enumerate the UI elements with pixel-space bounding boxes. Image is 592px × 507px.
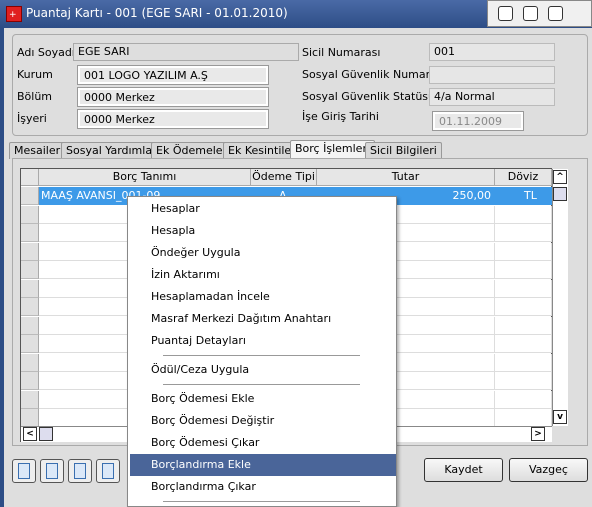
tab-borc-islemleri[interactable]: Borç İşlemleri <box>290 140 376 159</box>
cell-doviz: TL <box>524 189 537 202</box>
toolbar-calculate-icon[interactable] <box>40 459 64 483</box>
menu-item[interactable]: Borçlandırma Ekle <box>130 454 396 476</box>
row-header[interactable] <box>21 242 39 261</box>
row-header[interactable] <box>21 224 39 242</box>
menu-item[interactable]: Puantaj Detayları <box>130 330 396 352</box>
scroll-up-icon[interactable]: ^ <box>553 170 567 184</box>
label-adi-soyadi: Adı Soyadı <box>17 46 75 59</box>
ise-giris-tarihi-field[interactable]: 01.11.2009 <box>432 111 524 131</box>
menu-separator <box>163 384 360 385</box>
grid-cell[interactable] <box>495 205 552 224</box>
row-header[interactable] <box>21 372 39 390</box>
col-doviz[interactable]: Döviz <box>495 169 552 186</box>
grid-cell[interactable] <box>495 279 552 298</box>
tab-sicil-bilgileri[interactable]: Sicil Bilgileri <box>365 142 442 159</box>
context-menu: Hesaplar Hesapla Öndeğer Uygula İzin Aktarı… <box>127 196 397 507</box>
menu-item[interactable]: Borçlandırma Çıkar <box>130 476 396 498</box>
label-sgk-numarasi: Sosyal Güvenlik Numarası <box>302 68 446 81</box>
cancel-button[interactable]: Vazgeç <box>509 458 588 482</box>
menu-item[interactable]: Borç Ödemesi Değiştir <box>130 410 396 432</box>
menu-item[interactable]: Öndeğer Uygula <box>130 242 396 264</box>
menu-item[interactable]: Ödül/Ceza Uygula <box>130 359 396 381</box>
window-controls: ⌄ ⌃ ✕ <box>487 0 592 27</box>
menu-separator <box>163 355 360 356</box>
grid-cell[interactable] <box>495 390 552 409</box>
row-header[interactable] <box>21 298 39 316</box>
kurum-field[interactable]: 001 LOGO YAZILIM A.Ş <box>77 65 269 85</box>
menu-item[interactable]: İzin Aktarımı <box>130 264 396 286</box>
adi-soyadi-field: EGE SARI <box>73 43 299 61</box>
col-odeme-tipi[interactable]: Ödeme Tipi <box>251 169 317 186</box>
row-header[interactable] <box>21 279 39 298</box>
menu-item[interactable]: Hesapla <box>130 220 396 242</box>
tab-ek-odemeler[interactable]: Ek Ödemeler <box>151 142 233 159</box>
row-header-corner <box>21 169 39 186</box>
title-bar: Puantaj Kartı - 001 (EGE SARI - 01.01.20… <box>0 0 592 28</box>
app-icon <box>6 6 22 22</box>
grid-cell[interactable] <box>495 353 552 372</box>
menu-item[interactable]: Hesaplamadan İncele <box>130 286 396 308</box>
col-borc-tanimi[interactable]: Borç Tanımı <box>39 169 251 186</box>
vertical-scrollbar[interactable]: ^ v <box>552 169 568 426</box>
toolbar-report-icon[interactable] <box>68 459 92 483</box>
grid-cell[interactable] <box>495 298 552 316</box>
grid-cell[interactable] <box>495 335 552 353</box>
label-kurum: Kurum <box>17 68 53 81</box>
isyeri-field[interactable]: 0000 Merkez <box>77 109 269 129</box>
row-header[interactable] <box>21 205 39 224</box>
label-sgk-statusu: Sosyal Güvenlik Statüsü <box>302 90 435 103</box>
menu-separator <box>163 501 360 502</box>
menu-item[interactable]: Masraf Merkezi Dağıtım Anahtarı <box>130 308 396 330</box>
bolum-field[interactable]: 0000 Merkez <box>77 87 269 107</box>
scroll-down-icon[interactable]: v <box>553 410 567 424</box>
grid-cell[interactable] <box>495 409 552 427</box>
row-header[interactable] <box>21 187 39 205</box>
close-button[interactable]: ✕ <box>548 6 563 21</box>
tab-sosyal-yardimlar[interactable]: Sosyal Yardımlar <box>61 142 162 159</box>
row-header[interactable] <box>21 409 39 427</box>
scroll-thumb[interactable] <box>553 187 567 201</box>
label-isyeri: İşyeri <box>17 112 47 125</box>
grid-cell[interactable] <box>495 242 552 261</box>
grid-cell[interactable] <box>495 372 552 390</box>
toolbar-view-icon[interactable] <box>96 459 120 483</box>
maximize-button[interactable]: ⌃ <box>523 6 538 21</box>
scroll-left-icon[interactable]: < <box>23 427 37 441</box>
row-header[interactable] <box>21 335 39 353</box>
grid-cell[interactable] <box>495 261 552 279</box>
menu-item[interactable]: Borç Ödemesi Ekle <box>130 388 396 410</box>
row-header[interactable] <box>21 390 39 409</box>
sicil-numarasi-field: 001 <box>429 43 555 61</box>
label-bolum: Bölüm <box>17 90 53 103</box>
grid-cell[interactable] <box>495 316 552 335</box>
sgk-numarasi-field <box>429 66 555 84</box>
form-panel: Adı Soyadı EGE SARI Kurum 001 LOGO YAZIL… <box>12 34 588 136</box>
grid-cell[interactable] <box>495 224 552 242</box>
label-ise-giris-tarihi: İşe Giriş Tarihi <box>302 110 379 123</box>
hscroll-thumb[interactable] <box>39 427 53 441</box>
row-header[interactable] <box>21 261 39 279</box>
row-header[interactable] <box>21 353 39 372</box>
minimize-button[interactable]: ⌄ <box>498 6 513 21</box>
cell-tutar: 250,00 <box>452 189 492 202</box>
row-header[interactable] <box>21 316 39 335</box>
menu-item[interactable]: Borç Ödemesi Çıkar <box>130 432 396 454</box>
menu-item[interactable]: Hesaplar <box>130 198 396 220</box>
scroll-right-icon[interactable]: > <box>531 427 545 441</box>
label-sicil-numarasi: Sicil Numarası <box>302 46 381 59</box>
toolbar-add-icon[interactable] <box>12 459 36 483</box>
tab-mesailer[interactable]: Mesailer <box>9 142 66 159</box>
sgk-statusu-field: 4/a Normal <box>429 88 555 106</box>
col-tutar[interactable]: Tutar <box>317 169 495 186</box>
window-title: Puantaj Kartı - 001 (EGE SARI - 01.01.20… <box>26 6 288 20</box>
save-button[interactable]: Kaydet <box>424 458 503 482</box>
